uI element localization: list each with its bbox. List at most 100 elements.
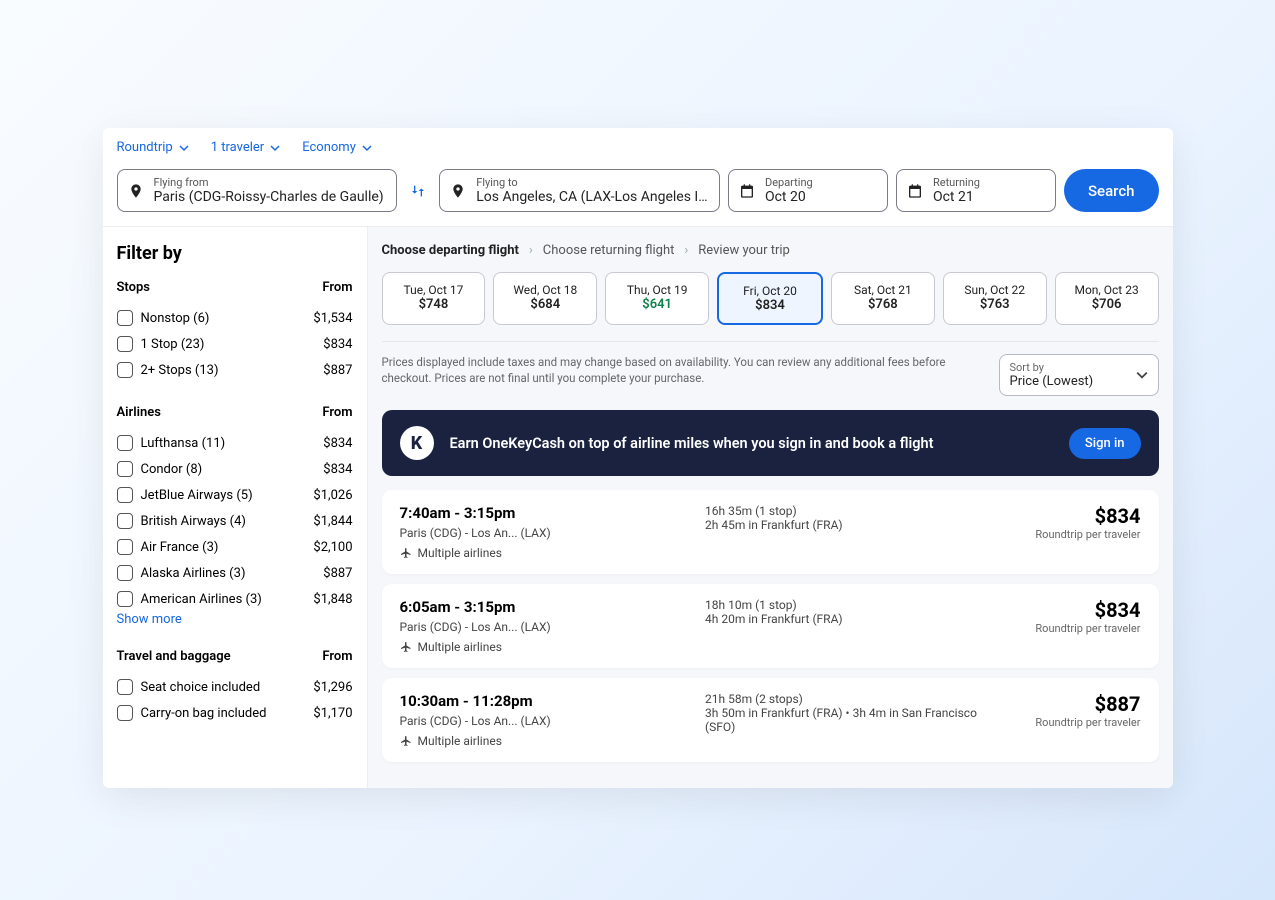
checkbox-icon[interactable] xyxy=(117,336,133,352)
from-label: From xyxy=(322,405,352,420)
checkbox-icon[interactable] xyxy=(117,487,133,503)
travelers-selector[interactable]: 1 traveler xyxy=(211,136,280,159)
filter-checkbox-label[interactable]: Air France (3) xyxy=(117,539,219,555)
results-subheader: Prices displayed include taxes and may c… xyxy=(382,341,1159,396)
onekey-logo-icon: K xyxy=(400,426,434,460)
location-icon xyxy=(450,183,466,199)
checkbox-icon[interactable] xyxy=(117,310,133,326)
flight-list: 7:40am - 3:15pmParis (CDG) - Los An... (… xyxy=(382,490,1159,762)
date-card[interactable]: Mon, Oct 23$706 xyxy=(1055,272,1159,325)
filter-checkbox-label[interactable]: Nonstop (6) xyxy=(117,310,210,326)
date-card-price: $706 xyxy=(1060,297,1154,312)
filter-checkbox-label[interactable]: Condor (8) xyxy=(117,461,203,477)
trip-options-bar: Roundtrip 1 traveler Economy xyxy=(103,128,1173,159)
flight-route: Paris (CDG) - Los An... (LAX) xyxy=(400,714,688,728)
sort-selector[interactable]: Sort by Price (Lowest) xyxy=(999,354,1159,396)
filter-item-price: $2,100 xyxy=(313,540,352,555)
to-value: Los Angeles, CA (LAX-Los Angeles I... xyxy=(476,189,709,205)
flight-layover: 4h 20m in Frankfurt (FRA) xyxy=(705,612,993,626)
date-card-price: $763 xyxy=(948,297,1042,312)
flight-layover: 3h 50m in Frankfurt (FRA) • 3h 4m in San… xyxy=(705,706,993,734)
banner-message: Earn OneKeyCash on top of airline miles … xyxy=(450,435,1053,452)
departing-field[interactable]: Departing Oct 20 xyxy=(728,169,888,212)
checkbox-icon[interactable] xyxy=(117,679,133,695)
filter-item-price: $887 xyxy=(323,363,352,378)
stops-list: Nonstop (6)$1,5341 Stop (23)$8342+ Stops… xyxy=(117,305,353,383)
flight-card[interactable]: 7:40am - 3:15pmParis (CDG) - Los An... (… xyxy=(382,490,1159,574)
filter-item-label: 1 Stop (23) xyxy=(141,337,205,352)
chevron-right-icon: › xyxy=(684,243,688,258)
date-card-date: Thu, Oct 19 xyxy=(610,283,704,297)
returning-label: Returning xyxy=(933,176,1045,189)
date-card[interactable]: Thu, Oct 19$641 xyxy=(605,272,709,325)
date-card-price: $641 xyxy=(610,297,704,312)
filter-checkbox-label[interactable]: Lufthansa (11) xyxy=(117,435,226,451)
filter-item-label: JetBlue Airways (5) xyxy=(141,488,253,503)
date-card[interactable]: Tue, Oct 17$748 xyxy=(382,272,486,325)
filter-checkbox-label[interactable]: Alaska Airlines (3) xyxy=(117,565,246,581)
filter-item-price: $887 xyxy=(323,566,352,581)
date-card[interactable]: Sat, Oct 21$768 xyxy=(831,272,935,325)
filter-item-label: Lufthansa (11) xyxy=(141,436,226,451)
checkbox-icon[interactable] xyxy=(117,362,133,378)
flight-card[interactable]: 10:30am - 11:28pm Paris (CDG) - Los An...… xyxy=(382,678,1159,762)
flight-price: $834 xyxy=(1011,598,1141,622)
date-price-row: Tue, Oct 17$748Wed, Oct 18$684Thu, Oct 1… xyxy=(382,272,1159,325)
filter-checkbox-label[interactable]: JetBlue Airways (5) xyxy=(117,487,253,503)
filter-checkbox-label[interactable]: Seat choice included xyxy=(117,679,261,695)
step-last[interactable]: Review your trip xyxy=(698,243,790,258)
show-more-link[interactable]: Show more xyxy=(117,612,353,627)
checkbox-icon[interactable] xyxy=(117,435,133,451)
checkbox-icon[interactable] xyxy=(117,705,133,721)
sort-label: Sort by xyxy=(1010,361,1128,374)
returning-field[interactable]: Returning Oct 21 xyxy=(896,169,1056,212)
filter-checkbox-label[interactable]: British Airways (4) xyxy=(117,513,246,529)
step-next[interactable]: Choose returning flight xyxy=(543,243,675,258)
date-card[interactable]: Wed, Oct 18$684 xyxy=(493,272,597,325)
swap-button[interactable] xyxy=(405,169,431,212)
checkbox-icon[interactable] xyxy=(117,539,133,555)
checkbox-icon[interactable] xyxy=(117,461,133,477)
flight-card[interactable]: 6:05am - 3:15pmParis (CDG) - Los An... (… xyxy=(382,584,1159,668)
filter-group-travel: Travel and baggageFrom Seat choice inclu… xyxy=(117,649,353,726)
filter-row: American Airlines (3)$1,848 xyxy=(117,586,353,612)
to-field[interactable]: Flying to Los Angeles, CA (LAX-Los Angel… xyxy=(439,169,720,212)
cabin-selector[interactable]: Economy xyxy=(302,136,372,159)
departing-label: Departing xyxy=(765,176,877,189)
filter-title: Filter by xyxy=(117,243,353,264)
price-disclaimer: Prices displayed include taxes and may c… xyxy=(382,354,987,386)
flight-price-label: Roundtrip per traveler xyxy=(1011,716,1141,729)
filter-item-label: Carry-on bag included xyxy=(141,706,267,721)
chevron-down-icon xyxy=(270,143,280,153)
filter-checkbox-label[interactable]: Carry-on bag included xyxy=(117,705,267,721)
date-card-price: $834 xyxy=(723,298,817,313)
signin-button[interactable]: Sign in xyxy=(1069,428,1141,459)
filter-item-price: $1,844 xyxy=(313,514,352,529)
filter-row: Carry-on bag included $1,170 xyxy=(117,700,353,726)
flight-time: 10:30am - 11:28pm xyxy=(400,692,688,710)
filter-item-price: $1,296 xyxy=(313,680,352,695)
checkbox-icon[interactable] xyxy=(117,565,133,581)
date-card-date: Sun, Oct 22 xyxy=(948,283,1042,297)
filter-checkbox-label[interactable]: American Airlines (3) xyxy=(117,591,262,607)
trip-type-selector[interactable]: Roundtrip xyxy=(117,136,189,159)
travel-list: Seat choice included $1,296 Carry-on bag i… xyxy=(117,674,353,726)
date-card[interactable]: Fri, Oct 20$834 xyxy=(717,272,823,325)
calendar-icon xyxy=(907,183,923,199)
checkbox-icon[interactable] xyxy=(117,513,133,529)
search-button[interactable]: Search xyxy=(1064,169,1159,212)
filter-item-price: $1,170 xyxy=(313,706,352,721)
search-row: Flying from Paris (CDG-Roissy-Charles de… xyxy=(103,159,1173,227)
filter-checkbox-label[interactable]: 1 Stop (23) xyxy=(117,336,205,352)
airlines-title: Airlines xyxy=(117,405,161,420)
returning-value: Oct 21 xyxy=(933,189,1045,205)
flight-price-label: Roundtrip per traveler xyxy=(1011,528,1141,541)
from-field[interactable]: Flying from Paris (CDG-Roissy-Charles de… xyxy=(117,169,398,212)
flight-route: Paris (CDG) - Los An... (LAX) xyxy=(400,620,688,634)
filter-checkbox-label[interactable]: 2+ Stops (13) xyxy=(117,362,219,378)
date-card[interactable]: Sun, Oct 22$763 xyxy=(943,272,1047,325)
from-label: From xyxy=(322,649,352,664)
date-card-price: $768 xyxy=(836,297,930,312)
checkbox-icon[interactable] xyxy=(117,591,133,607)
filter-sidebar: Filter by StopsFrom Nonstop (6)$1,5341 S… xyxy=(103,227,368,788)
